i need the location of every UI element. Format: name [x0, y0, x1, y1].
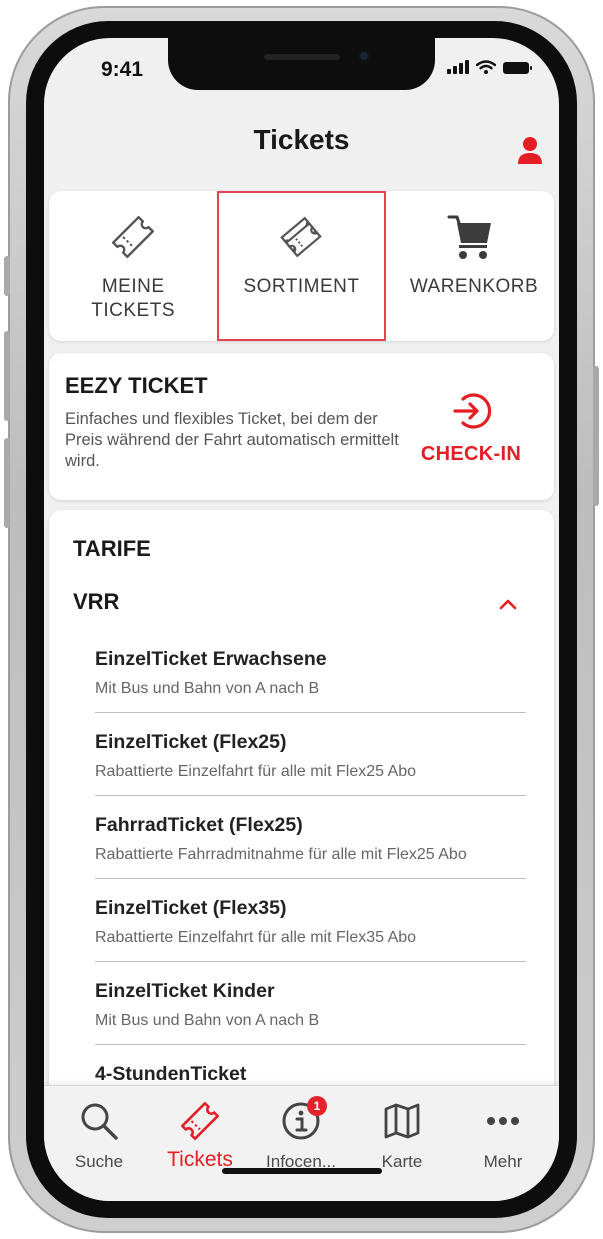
- phone-frame: 9:41 Tickets MEINE TICKETS SORTIMENT WAR…: [4, 6, 599, 1233]
- tarif-desc: Rabattierte Fahrradmitnahme für alle mit…: [95, 846, 467, 864]
- status-icons: [447, 60, 532, 74]
- nav-item-suche[interactable]: Suche: [49, 1100, 149, 1172]
- checkin-button[interactable]: CHECK-IN: [406, 389, 536, 466]
- nav-item-tickets[interactable]: Tickets: [150, 1100, 250, 1172]
- ticket-icon: [112, 216, 155, 258]
- profile-icon[interactable]: [517, 136, 543, 166]
- list-item[interactable]: EinzelTicket Erwachsene Mit Bus und Bahn…: [95, 648, 526, 713]
- cart-icon: [447, 215, 491, 259]
- checkin-icon: [453, 393, 492, 429]
- tickets-stack-icon: [280, 216, 323, 258]
- mute-switch: [4, 256, 10, 296]
- list-item[interactable]: EinzelTicket Kinder Mit Bus und Bahn von…: [95, 980, 526, 1045]
- nav-label: Karte: [381, 1152, 423, 1171]
- tarif-desc: Mit Bus und Bahn von A nach B: [95, 1012, 320, 1030]
- list-item[interactable]: EinzelTicket (Flex25) Rabattierte Einzel…: [95, 731, 526, 796]
- tab-sortiment-label: SORTIMENT: [243, 276, 360, 297]
- tarif-name: EinzelTicket Kinder: [95, 979, 275, 1002]
- page-title: Tickets: [253, 124, 350, 155]
- tarif-desc: Rabattierte Einzelfahrt für alle mit Fle…: [95, 929, 417, 947]
- tabs-card: MEINE TICKETS SORTIMENT WARENKORB: [49, 191, 554, 341]
- more-icon: [487, 1117, 519, 1125]
- tarife-card: TARIFE VRR EinzelTicket Erwachsene Mit B…: [49, 510, 554, 1130]
- nav-label: Mehr: [483, 1152, 523, 1171]
- eezy-title: EEZY TICKET: [65, 373, 208, 398]
- nav-item-mehr[interactable]: Mehr: [453, 1100, 553, 1172]
- nav-item-infocenter[interactable]: 1 Infocen...: [251, 1096, 351, 1172]
- eezy-description: Einfaches und flexibles Ticket, bei dem …: [65, 410, 399, 470]
- status-time: 9:41: [101, 58, 144, 81]
- chevron-up-icon[interactable]: [498, 597, 518, 611]
- list-item[interactable]: EinzelTicket (Flex35) Rabattierte Einzel…: [95, 897, 526, 962]
- tarif-name: FahrradTicket (Flex25): [95, 813, 303, 836]
- tab-sortiment[interactable]: SORTIMENT: [217, 191, 386, 341]
- list-item[interactable]: FahrradTicket (Flex25) Rabattierte Fahrr…: [95, 814, 526, 879]
- tab-meine-tickets[interactable]: MEINE TICKETS: [49, 191, 217, 341]
- power-button: [593, 366, 599, 506]
- header: Tickets: [44, 100, 559, 172]
- tarif-name: EinzelTicket Erwachsene: [95, 648, 327, 670]
- battery-icon: [503, 62, 532, 74]
- wifi-icon: [476, 60, 496, 74]
- notification-badge: 1: [307, 1096, 327, 1116]
- bottom-nav: Suche Tickets 1 Infocen... Karte Mehr: [44, 1085, 559, 1201]
- tarif-desc: Rabattierte Einzelfahrt für alle mit Fle…: [95, 763, 417, 781]
- nav-item-karte[interactable]: Karte: [352, 1100, 452, 1172]
- map-icon: [384, 1103, 420, 1139]
- notch: [168, 38, 435, 90]
- tarif-name: EinzelTicket (Flex35): [95, 896, 287, 919]
- tab-warenkorb-label: WARENKORB: [409, 276, 539, 297]
- tarif-list: EinzelTicket Erwachsene Mit Bus und Bahn…: [95, 648, 526, 1116]
- tarif-name: EinzelTicket (Flex25): [95, 730, 287, 753]
- search-icon: [81, 1103, 118, 1140]
- signal-icon: [447, 60, 469, 74]
- volume-up-button: [4, 331, 10, 421]
- volume-down-button: [4, 438, 10, 528]
- tarife-title: TARIFE: [73, 536, 151, 561]
- bezel: 9:41 Tickets MEINE TICKETS SORTIMENT WAR…: [26, 21, 577, 1218]
- tab-meine-tickets-label: MEINE TICKETS: [91, 276, 176, 321]
- screen: 9:41 Tickets MEINE TICKETS SORTIMENT WAR…: [44, 38, 559, 1201]
- home-indicator[interactable]: [222, 1168, 382, 1174]
- vrr-group-header[interactable]: VRR: [73, 589, 119, 615]
- checkin-label: CHECK-IN: [420, 443, 522, 465]
- nav-label: Suche: [74, 1152, 124, 1171]
- tab-warenkorb[interactable]: WARENKORB: [386, 191, 554, 341]
- tarif-name: 4-StundenTicket: [95, 1062, 247, 1085]
- eezy-ticket-card[interactable]: EEZY TICKET Einfaches und flexibles Tick…: [49, 353, 554, 500]
- ticket-icon: [181, 1102, 219, 1140]
- tarif-desc: Mit Bus und Bahn von A nach B: [95, 680, 320, 698]
